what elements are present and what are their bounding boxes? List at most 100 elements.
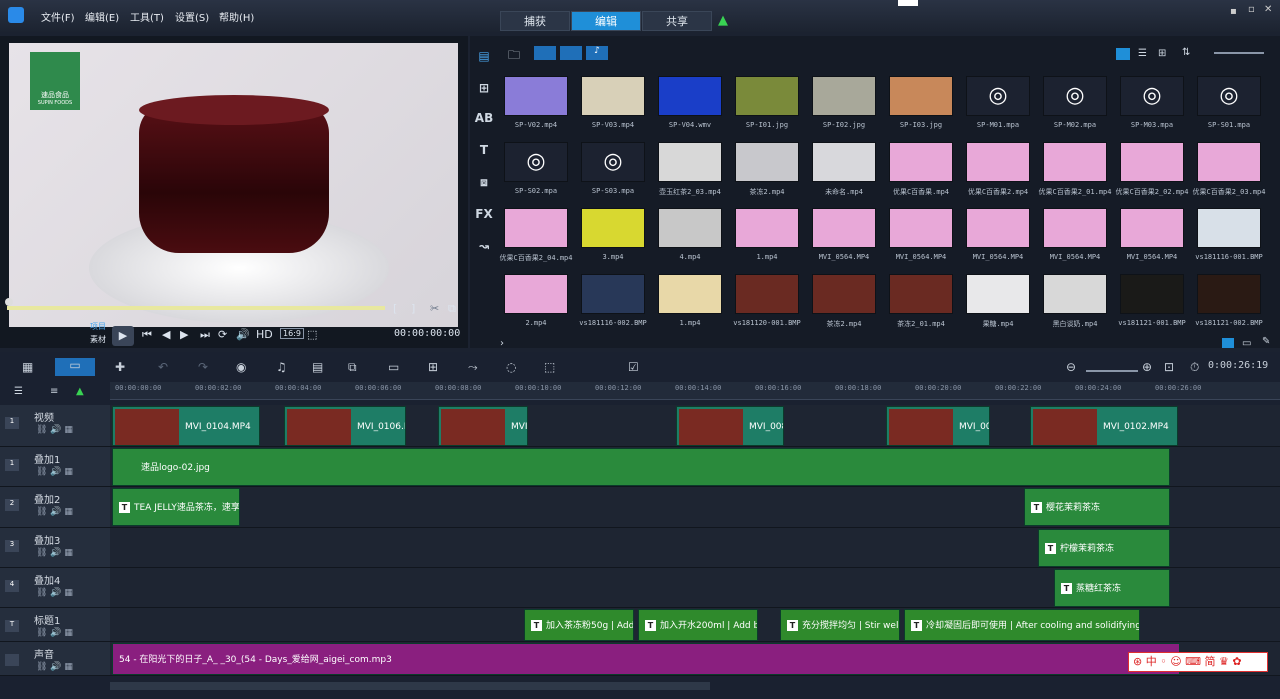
track-header[interactable]: 2 叠加2 ⛓ 🔊 ▦ <box>0 487 110 528</box>
library-thumb[interactable] <box>735 76 799 116</box>
split-screen-icon[interactable]: ⊞ <box>428 360 438 374</box>
mode-clip[interactable]: 素材 <box>90 334 106 345</box>
timeline-timecode[interactable]: 0:00:26:19 <box>1208 360 1268 371</box>
overlay-clip[interactable]: T 柠檬茉莉茶冻 <box>1038 529 1170 567</box>
instant-project-icon[interactable]: ⊞ <box>470 74 498 102</box>
library-thumb[interactable] <box>812 274 876 314</box>
menu-edit[interactable]: 编辑(E) <box>85 9 119 24</box>
library-thumb[interactable] <box>812 208 876 248</box>
view-grid-icon[interactable]: ⊞ <box>1158 48 1166 59</box>
library-thumb[interactable] <box>1043 142 1107 182</box>
library-thumb[interactable] <box>504 208 568 248</box>
video-clip[interactable]: MVI_0104.MP4 <box>112 406 260 446</box>
volume-icon[interactable]: 🔊 <box>236 328 250 341</box>
mask-icon[interactable]: ⬚ <box>544 360 555 374</box>
minimize-icon[interactable]: ▪ <box>1230 6 1237 17</box>
library-thumb[interactable] <box>889 208 953 248</box>
cut-icon[interactable]: ✂ <box>430 302 439 315</box>
library-thumb[interactable]: ◎ <box>1043 76 1107 116</box>
library-thumb[interactable] <box>581 208 645 248</box>
menu-help[interactable]: 帮助(H) <box>219 9 254 24</box>
transition-icon[interactable]: AB <box>470 104 498 132</box>
maximize-icon[interactable]: ▫ <box>1248 4 1255 15</box>
fit-icon[interactable]: ☑ <box>628 360 639 374</box>
library-thumb[interactable] <box>1197 274 1261 314</box>
panel-edit-icon[interactable]: ✎ <box>1262 336 1270 347</box>
graphics-icon[interactable]: ⧈ <box>470 168 498 196</box>
panel-layout2-icon[interactable]: ▭ <box>1242 338 1251 349</box>
loop-icon[interactable]: ◌ <box>506 360 516 374</box>
library-thumb[interactable] <box>1197 142 1261 182</box>
resize-icon[interactable]: ⬚ <box>307 328 317 341</box>
menu-settings[interactable]: 设置(S) <box>175 9 209 24</box>
library-thumb[interactable] <box>504 76 568 116</box>
clock-icon[interactable]: ⏱ <box>1190 360 1199 375</box>
library-thumb[interactable] <box>889 142 953 182</box>
mark-in-icon[interactable]: [ <box>393 302 397 315</box>
library-thumb[interactable] <box>735 208 799 248</box>
overlay-clip[interactable]: T 蒸糖红茶冻 <box>1054 569 1170 607</box>
path-icon[interactable]: ↝ <box>470 232 498 260</box>
library-thumb[interactable] <box>1120 208 1184 248</box>
audio-mix-icon[interactable]: ♫ <box>276 360 287 374</box>
repeat-icon[interactable]: ⟳ <box>218 328 227 341</box>
add-track-icon[interactable]: ≡ <box>50 386 58 397</box>
track-header[interactable]: T 标题1 ⛓ 🔊 ▦ <box>0 608 110 642</box>
video-clip[interactable]: MVI_008 <box>676 406 784 446</box>
library-thumb[interactable] <box>1120 274 1184 314</box>
library-thumb[interactable] <box>504 274 568 314</box>
timeline-view-icon[interactable]: ▭ <box>55 358 95 376</box>
track-header[interactable]: 1 视频 ⛓ 🔊 ▦ <box>0 405 110 447</box>
library-thumb[interactable] <box>889 76 953 116</box>
overlay-clip[interactable]: T 樱花茉莉茶冻 <box>1024 488 1170 526</box>
go-start-icon[interactable]: ⏮ <box>142 328 152 342</box>
library-thumb[interactable] <box>735 274 799 314</box>
hd-toggle[interactable]: HD <box>256 328 273 341</box>
preview-screen[interactable]: 速品食品 SUPIN FOODS <box>9 43 458 327</box>
title-clip[interactable]: T 加入开水200ml | Add boil <box>638 609 758 641</box>
record-icon[interactable]: ◉ <box>236 360 246 374</box>
library-thumb[interactable] <box>658 274 722 314</box>
close-icon[interactable]: ✕ <box>1264 4 1272 15</box>
undo-icon[interactable]: ↶ <box>158 360 168 374</box>
filter-video-icon[interactable] <box>534 46 556 60</box>
track-icons[interactable]: ⛓ 🔊 ▦ <box>36 628 73 638</box>
library-thumb[interactable] <box>889 274 953 314</box>
view-list-icon[interactable]: ☰ <box>1138 48 1147 59</box>
zoom-in-icon[interactable]: ⊕ <box>1142 360 1152 374</box>
tools-icon[interactable]: ✚ <box>115 360 125 374</box>
library-thumb[interactable] <box>1043 274 1107 314</box>
chapter-icon[interactable]: ▲ <box>76 386 84 397</box>
library-thumb[interactable] <box>581 274 645 314</box>
library-thumb[interactable]: ◎ <box>1120 76 1184 116</box>
track-icons[interactable]: ⛓ 🔊 ▦ <box>36 425 73 435</box>
sort-icon[interactable]: ⇅ <box>1182 47 1190 58</box>
preview-timecode[interactable]: 00:00:00:00 <box>394 328 460 339</box>
title-clip[interactable]: T 加入茶冻粉50g | Add 5 <box>524 609 634 641</box>
track-icons[interactable]: ⛓ 🔊 ▦ <box>36 588 73 598</box>
library-thumb[interactable] <box>1197 208 1261 248</box>
menu-file[interactable]: 文件(F) <box>41 9 75 24</box>
title-icon[interactable]: T <box>470 136 498 164</box>
library-thumb[interactable]: ◎ <box>581 142 645 182</box>
mode-project[interactable]: 项目 <box>90 321 106 332</box>
library-thumb[interactable] <box>1043 208 1107 248</box>
copy-icon[interactable]: ⧉ <box>448 302 456 316</box>
title-clip[interactable]: T 冷却凝固后即可使用 | After cooling and solidifyi… <box>904 609 1140 641</box>
view-thumb-icon[interactable] <box>1116 48 1130 60</box>
fit-timeline-icon[interactable]: ⊡ <box>1164 360 1174 374</box>
library-thumb[interactable] <box>1120 142 1184 182</box>
next-frame-icon[interactable]: ▶ <box>180 328 188 341</box>
track-header[interactable]: 1 叠加1 ⛓ 🔊 ▦ <box>0 447 110 487</box>
expand-icon[interactable]: › <box>500 338 504 349</box>
video-clip[interactable]: MVI_00 <box>886 406 990 446</box>
multicam-icon[interactable]: ⧉ <box>348 360 357 375</box>
library-thumb[interactable]: ◎ <box>1197 76 1261 116</box>
title-clip[interactable]: T 充分搅拌均匀 | Stir well <box>780 609 900 641</box>
overlay-clip[interactable]: T TEA JELLY速品茶冻，速享 <box>112 488 240 526</box>
playhead-marker[interactable] <box>5 298 13 306</box>
aspect-ratio[interactable]: 16:9 <box>280 328 304 339</box>
go-end-icon[interactable]: ⏭ <box>200 328 210 342</box>
video-clip[interactable]: MVI <box>438 406 528 446</box>
track-icons[interactable]: ⛓ 🔊 ▦ <box>36 467 73 477</box>
